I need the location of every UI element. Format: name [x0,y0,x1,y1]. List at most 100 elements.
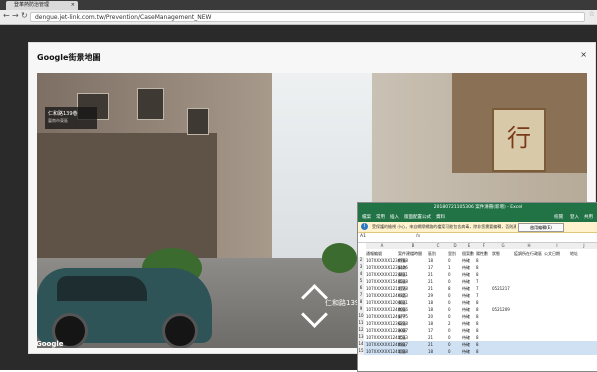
table-cell[interactable]: 0 [448,342,451,347]
table-cell[interactable]: 17 [428,265,433,270]
row-number[interactable]: 6 [358,285,364,292]
ribbon-tab[interactable]: 校閱 [554,214,563,220]
table-cell[interactable]: 18 [428,321,433,326]
row-number[interactable]: 15 [358,348,364,355]
column-header[interactable]: E [462,243,477,249]
table-cell[interactable]: 21 [428,286,433,291]
row-number[interactable]: 2 [358,257,364,264]
table-row[interactable]: 8 107XXXXXX1204611 東區 18 0 待確 8 [358,299,597,306]
table-cell[interactable]: 待確 [462,349,470,355]
table-row[interactable]: 6 107XXXXXX1210778 北區 21 8 待確 7 0521217 [358,285,597,292]
column-header[interactable]: G [492,243,515,249]
table-cell[interactable]: 18 [428,300,433,305]
table-cell[interactable]: 0 [448,349,451,354]
ribbon-tab[interactable]: 插入 [390,214,399,220]
table-cell[interactable]: 0 [448,258,451,263]
table-cell[interactable]: 18 [428,349,433,354]
row-number[interactable]: 7 [358,292,364,299]
table-cell[interactable]: 17 [428,328,433,333]
browser-tab[interactable]: 登革熱防治管理 × [6,1,78,10]
row-number[interactable]: 12 [358,327,364,334]
row-number[interactable]: 3 [358,264,364,271]
table-cell[interactable]: 0 [448,300,451,305]
table-cell[interactable]: 1 [448,265,451,270]
table-cell[interactable]: 0521217 [492,286,510,291]
table-cell[interactable]: 21 [428,335,433,340]
table-cell[interactable]: 8 [448,286,451,291]
enable-editing-button[interactable]: 啟用編輯(E) [518,223,564,232]
column-header[interactable]: J [570,243,597,249]
forward-icon[interactable]: → [12,11,19,20]
table-cell[interactable]: 8 [476,272,479,277]
table-row[interactable]: 14 107XXXXXX1240317 南區 21 0 待確 8 [358,341,597,348]
row-number[interactable]: 11 [358,320,364,327]
column-header[interactable]: H [514,243,545,249]
table-cell[interactable]: 8 [476,349,479,354]
table-row[interactable]: 3 107XXXXXX1230126 安南 17 1 待確 8 [358,264,597,271]
table-cell[interactable]: 7 [476,279,479,284]
name-box[interactable]: A1 [360,234,366,239]
table-cell[interactable]: 2 [448,321,451,326]
table-row[interactable]: 10 107XXXXXX1240775 安平 20 0 待確 8 [358,313,597,320]
column-header[interactable]: F [476,243,493,249]
table-cell[interactable]: 0521209 [492,307,510,312]
row-number[interactable]: 14 [358,341,364,348]
table-cell[interactable]: 7 [476,293,479,298]
ribbon-tab[interactable]: 常用 [376,214,385,220]
table-cell[interactable]: 21 [428,342,433,347]
table-cell[interactable]: 0 [448,328,451,333]
column-header[interactable]: D [448,243,463,249]
table-cell[interactable]: 8 [476,258,479,263]
table-cell[interactable]: 北區 [398,349,406,355]
table-cell[interactable]: 8 [476,328,479,333]
table-cell[interactable]: 21 [428,272,433,277]
table-cell[interactable]: 0 [448,335,451,340]
table-cell[interactable]: 0 [448,307,451,312]
ribbon-tab[interactable]: 檔案 [362,214,371,220]
table-cell[interactable]: 8 [476,314,479,319]
table-cell[interactable]: 18 [428,307,433,312]
table-row[interactable]: 13 107XXXXXX1240513 北區 21 0 待確 8 [358,334,597,341]
ribbon-tab[interactable]: 資料 [436,214,445,220]
table-row[interactable]: 15 107XXXXXX1240318 北區 18 0 待確 8 [358,348,597,355]
table-cell[interactable]: 8 [476,300,479,305]
row-number[interactable]: 8 [358,299,364,306]
table-row[interactable]: 2 107XXXXXX1236708 南區 18 0 待確 8 [358,257,597,264]
signin-link[interactable]: 登入 [570,214,579,220]
column-header[interactable]: C [428,243,449,249]
column-header[interactable]: A [366,243,399,249]
table-cell[interactable]: 20 [428,314,433,319]
table-cell[interactable]: 0 [448,293,451,298]
url-field[interactable]: dengue.jet-link.com.tw/Prevention/CaseMa… [30,12,585,22]
bookmark-star-icon[interactable]: ☆ [589,10,595,18]
table-cell[interactable]: 7 [476,286,479,291]
table-cell[interactable]: 21 [428,279,433,284]
table-row[interactable]: 12 107XXXXXX1220017 永康 17 0 待確 8 [358,327,597,334]
table-row[interactable]: 4 107XXXXXX1224411 東區 21 0 待確 8 [358,271,597,278]
table-row[interactable]: 5 107XXXXXX1540518 東區 21 0 待確 7 [358,278,597,285]
row-number[interactable]: 4 [358,271,364,278]
table-cell[interactable]: 8 [476,307,479,312]
row-number[interactable]: 9 [358,306,364,313]
back-icon[interactable]: ← [3,11,10,20]
close-modal-button[interactable]: × [580,50,587,59]
table-cell[interactable]: 8 [476,321,479,326]
column-header[interactable]: I [544,243,571,249]
table-row[interactable]: 7 107XXXXXX1240223 中西 29 0 待確 7 [358,292,597,299]
table-cell[interactable]: 8 [476,265,479,270]
row-number[interactable]: 5 [358,278,364,285]
table-cell[interactable]: 18 [428,258,433,263]
table-cell[interactable]: 8 [476,335,479,340]
location-card[interactable]: 仁和路139巷 臺南市東區 [45,107,97,129]
reload-icon[interactable]: ↻ [21,11,28,20]
close-tab-icon[interactable]: × [71,1,75,10]
share-button[interactable]: 共用 [584,214,593,220]
fx-icon[interactable]: fx [416,234,420,239]
table-cell[interactable]: 0 [448,272,451,277]
row-number[interactable]: 10 [358,313,364,320]
ribbon-tab[interactable]: 版面配置 [404,214,422,220]
table-cell[interactable]: 0 [448,279,451,284]
table-cell[interactable]: 8 [476,342,479,347]
table-row[interactable]: 11 107XXXXXX1236218 東區 18 2 待確 8 [358,320,597,327]
table-row[interactable]: 9 107XXXXXX1240016 南區 18 0 待確 8 0521209 [358,306,597,313]
